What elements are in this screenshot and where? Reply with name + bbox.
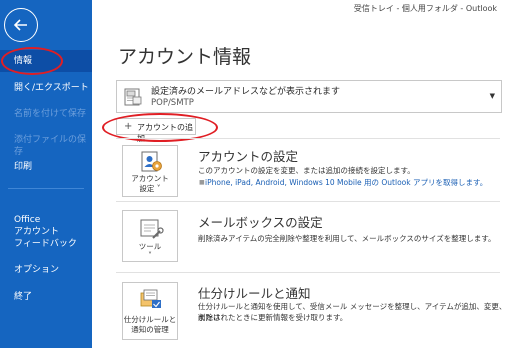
- back-arrow-icon: [13, 19, 27, 31]
- rules-alerts-tile-button[interactable]: 仕分けルールと 通知の管理: [122, 282, 178, 340]
- sidebar-item-label: オプション: [14, 265, 60, 275]
- section-title-rules-alerts: 仕分けルールと通知: [198, 286, 311, 301]
- sidebar-item-options[interactable]: オプション: [0, 264, 92, 276]
- backstage-sidebar: 情報 開く/エクスポート 名前を付けて保存 添付ファイルの保存 印刷 Offic…: [0, 0, 92, 348]
- sidebar-item-label: フィードバック: [14, 239, 77, 249]
- sidebar-item-office-account[interactable]: Office アカウント: [0, 202, 92, 238]
- sidebar-item-label: 情報: [14, 56, 33, 66]
- section-desc-rules-alerts-line2: 削除されたときに更新情報を受け取ります。: [198, 313, 348, 322]
- plus-icon: +: [124, 121, 133, 132]
- sidebar-item-label: 終了: [14, 292, 33, 302]
- sidebar-item-feedback[interactable]: フィードバック: [0, 238, 92, 250]
- sidebar-item-label: Office アカウント: [14, 215, 60, 237]
- account-settings-tile-button[interactable]: アカウント 設定 ˅: [122, 145, 178, 197]
- section-title-account-settings: アカウントの設定: [198, 149, 299, 164]
- rules-alerts-icon: [140, 289, 161, 308]
- sidebar-item-label: 名前を付けて保存: [14, 109, 87, 119]
- account-settings-icon: [141, 151, 162, 172]
- tile-label-line2: ˅: [148, 251, 152, 260]
- section-title-mailbox-settings: メールボックスの設定: [198, 215, 323, 230]
- sidebar-item-exit[interactable]: 終了: [0, 291, 92, 303]
- section-desc-mailbox-settings: 削除済みアイテムの完全削除や整理を利用して、メールボックスのサイズを整理します。: [198, 234, 496, 243]
- sidebar-item-label: 開く/エクスポート: [14, 83, 89, 93]
- caret-down-icon: ▼: [489, 92, 495, 100]
- tools-tile-button[interactable]: ツール ˅: [122, 210, 178, 262]
- sidebar-divider: [8, 188, 84, 189]
- section-desc-account-settings: このアカウントの設定を変更、または追加の接続を設定します。: [198, 166, 415, 175]
- tile-label-line1: ツール: [138, 242, 162, 251]
- section-divider: [116, 272, 500, 273]
- tools-icon: [140, 219, 164, 239]
- sidebar-item-info[interactable]: 情報: [0, 50, 92, 72]
- sidebar-item-open-export[interactable]: 開く/エクスポート: [0, 82, 92, 94]
- sidebar-item-save-attachments: 添付ファイルの保存: [0, 134, 92, 158]
- section-divider: [116, 201, 500, 202]
- account-selector-text: 設定済みのメールアドレスなどが表示されます: [151, 87, 341, 97]
- section-divider: [116, 138, 500, 139]
- tile-label-line2: 通知の管理: [131, 325, 169, 334]
- sidebar-item-print[interactable]: 印刷: [0, 161, 92, 173]
- get-outlook-app-link[interactable]: iPhone, iPad, Android, Windows 10 Mobile…: [205, 177, 487, 188]
- add-account-label: アカウントの追加: [137, 123, 193, 143]
- sidebar-item-label: 添付ファイルの保存: [14, 135, 87, 157]
- window-title-path: 受信トレイ - 個人用フォルダ - Outlook: [353, 4, 497, 13]
- back-button[interactable]: [4, 8, 38, 42]
- tile-label-line1: アカウント: [131, 174, 169, 183]
- add-account-button[interactable]: + アカウントの追加: [116, 118, 196, 143]
- tile-label-line1: 仕分けルールと: [123, 315, 177, 324]
- sidebar-item-save-as: 名前を付けて保存: [0, 108, 92, 120]
- account-selector-dropdown[interactable]: 設定済みのメールアドレスなどが表示されます POP/SMTP ▼: [116, 80, 502, 113]
- tile-label-line2: 設定 ˅: [139, 184, 161, 193]
- bullet-icon: ■: [199, 179, 205, 186]
- account-mail-icon: [124, 88, 142, 106]
- page-title: アカウント情報: [118, 46, 252, 68]
- sidebar-item-label: 印刷: [14, 162, 33, 172]
- account-selector-type: POP/SMTP: [151, 98, 194, 108]
